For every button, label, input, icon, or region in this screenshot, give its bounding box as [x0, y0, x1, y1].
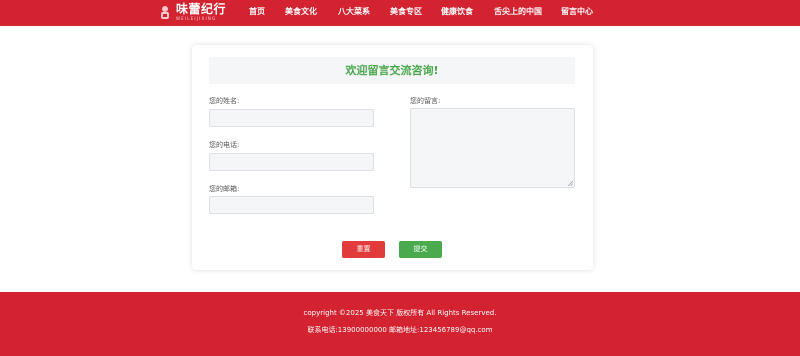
name-label: 您的姓名: [209, 97, 240, 105]
nav-item-eight-cuisines[interactable]: 八大菜系 [338, 7, 370, 17]
top-header: 味蕾纪行 WEILEIJIXING 首页 美食文化 八大菜系 美食专区 健康饮食… [0, 0, 800, 26]
main-nav: 首页 美食文化 八大菜系 美食专区 健康饮食 舌尖上的中国 留言中心 [0, 0, 800, 26]
nav-item-healthy-diet[interactable]: 健康饮食 [441, 7, 473, 17]
resize-grip-icon[interactable] [568, 181, 573, 186]
footer-copyright: copyright ©2025 美食天下 版权所有 All Rights Res… [303, 309, 497, 317]
message-textarea[interactable] [410, 108, 575, 188]
email-label: 您的邮箱: [209, 185, 240, 193]
form-title: 欢迎留言交流咨询! [345, 64, 439, 77]
reset-button[interactable]: 重置 [342, 241, 385, 258]
nav-item-food-culture[interactable]: 美食文化 [285, 7, 317, 17]
nav-item-taste-of-china[interactable]: 舌尖上的中国 [494, 7, 542, 17]
message-form-card: 欢迎留言交流咨询! 您的姓名: 您的电话: 您的邮箱: 您的留言: 重置 提交 [192, 45, 593, 270]
nav-item-food-zone[interactable]: 美食专区 [390, 7, 422, 17]
form-title-bar: 欢迎留言交流咨询! [209, 57, 575, 84]
phone-label: 您的电话: [209, 141, 240, 149]
site-footer: copyright ©2025 美食天下 版权所有 All Rights Res… [0, 292, 800, 356]
submit-button[interactable]: 提交 [399, 241, 442, 258]
nav-item-message-center[interactable]: 留言中心 [561, 7, 593, 17]
message-label: 您的留言: [410, 97, 441, 105]
name-field[interactable] [209, 109, 374, 127]
nav-item-home[interactable]: 首页 [249, 7, 265, 17]
email-field[interactable] [209, 196, 374, 214]
footer-contact: 联系电话:13900000000 邮箱地址:123456789@qq.com [307, 326, 493, 334]
phone-field[interactable] [209, 153, 374, 171]
